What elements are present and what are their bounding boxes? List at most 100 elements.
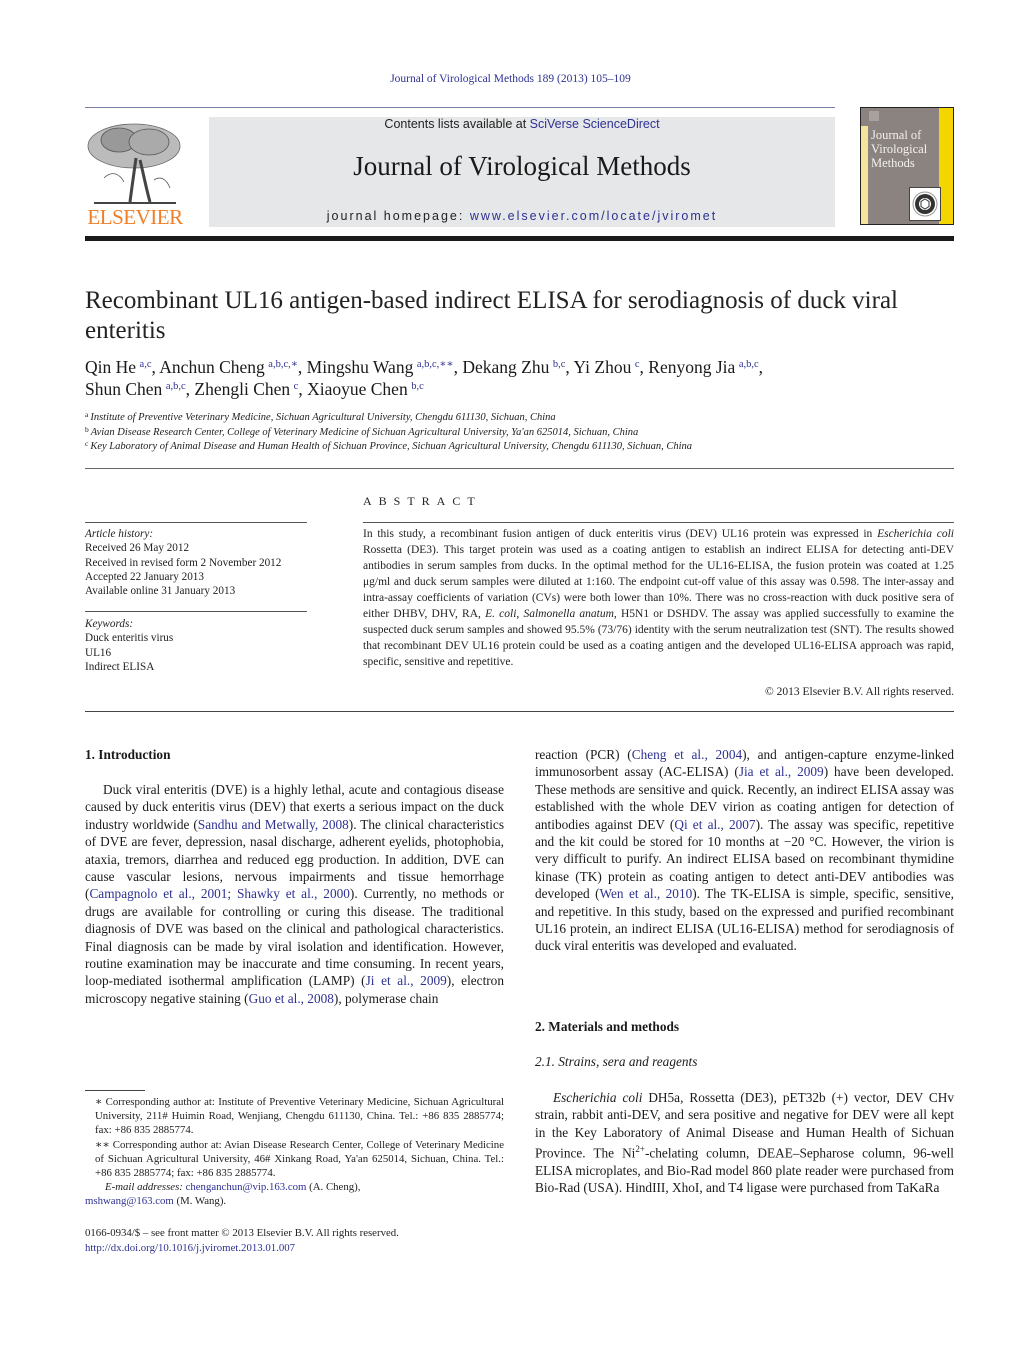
divider — [85, 711, 954, 712]
abstract-species: E. coli — [485, 608, 517, 620]
body-paragraph: Escherichia coli DH5a, Rossetta (DE3), p… — [535, 1089, 954, 1197]
author[interactable]: Renyong Jia a,b,c — [648, 357, 758, 377]
author[interactable]: Dekang Zhu b,c — [462, 357, 565, 377]
abstract-heading: ABSTRACT — [363, 494, 482, 508]
author-name[interactable]: Dekang Zhu — [462, 357, 549, 377]
elsevier-tree-icon — [87, 123, 181, 204]
author[interactable]: Shun Chen a,b,c — [85, 379, 186, 399]
footnote-emails: E-mail addresses: chenganchun@vip.163.co… — [85, 1180, 504, 1194]
abstract-copyright: © 2013 Elsevier B.V. All rights reserved… — [765, 686, 954, 698]
cover-virus-emblem-icon — [909, 187, 941, 221]
superscript: 2+ — [635, 1144, 645, 1155]
citation-link[interactable]: Cheng et al., 2004 — [632, 747, 742, 762]
email-link-wang[interactable]: mshwang@163.com — [85, 1195, 174, 1207]
footnote-divider — [85, 1090, 145, 1091]
author-separator: , — [639, 357, 649, 377]
affiliation-text: Institute of Preventive Veterinary Medic… — [90, 412, 556, 423]
body-paragraph: Duck viral enteritis (DVE) is a highly l… — [85, 781, 504, 1007]
article-history-label: Article history: — [85, 528, 154, 540]
author[interactable]: Yi Zhou c — [574, 357, 640, 377]
affiliation-item: b Avian Disease Research Center, College … — [85, 424, 945, 441]
author-affiliation-marker[interactable]: a,b,c — [166, 381, 186, 392]
text: reaction (PCR) ( — [535, 747, 632, 762]
email-owner: (A. Cheng), — [306, 1181, 361, 1194]
author-affiliation-marker[interactable]: a,b,c — [739, 359, 759, 370]
subsection-heading-strains: 2.1. Strains, sera and reagents — [535, 1054, 698, 1069]
article-history: Article history: Received 26 May 2012 Re… — [85, 527, 315, 598]
divider — [85, 522, 307, 523]
email-label: E-mail addresses: — [105, 1181, 183, 1194]
abstract-species: Escherichia coli — [877, 528, 954, 540]
header-divider — [85, 107, 835, 108]
author[interactable]: Qin He a,c — [85, 357, 152, 377]
abstract-segment: In this study, a recombinant fusion anti… — [363, 528, 878, 540]
keyword-item: UL16 — [85, 646, 112, 659]
author[interactable]: Xiaoyue Chen b,c — [307, 379, 424, 399]
footnote-emails-cont: mshwang@163.com (M. Wang). — [85, 1194, 504, 1208]
citation-link[interactable]: Campagnolo et al., 2001; Shawky et al., … — [89, 886, 349, 901]
author-name[interactable]: Zhengli Chen — [194, 379, 290, 399]
journal-title: Journal of Virological Methods — [353, 151, 691, 181]
author-affiliation-marker[interactable]: a,c — [140, 359, 152, 370]
body-paragraph: reaction (PCR) (Cheng et al., 2004), and… — [535, 746, 954, 955]
affiliation-key: b — [85, 424, 89, 434]
author-name[interactable]: Shun Chen — [85, 379, 162, 399]
affiliation-text: Key Laboratory of Animal Disease and Hum… — [90, 441, 692, 452]
journal-cover-thumbnail[interactable]: Journal of Virological Methods — [860, 107, 954, 225]
citation-link[interactable]: Wen et al., 2010 — [600, 886, 693, 901]
author[interactable]: Mingshu Wang a,b,c,∗∗ — [307, 357, 454, 377]
contents-prefix: Contents lists available at — [384, 117, 530, 131]
divider — [85, 468, 954, 469]
author[interactable]: Zhengli Chen c — [194, 379, 298, 399]
author-separator: , — [758, 357, 764, 377]
author-name[interactable]: Xiaoyue Chen — [307, 379, 408, 399]
cover-yellow-stripe — [939, 108, 953, 224]
body-column-left: Duck viral enteritis (DVE) is a highly l… — [85, 781, 504, 1007]
citation-link[interactable]: Qi et al., 2007 — [674, 817, 755, 832]
cover-left-stripe — [861, 126, 868, 224]
citation-link[interactable]: Sandhu and Metwally, 2008 — [198, 817, 349, 832]
author-list: Qin He a,c, Anchun Cheng a,b,c,∗, Mingsh… — [85, 356, 945, 400]
section-heading-materials-methods: 2. Materials and methods — [535, 1019, 680, 1034]
citation-link[interactable]: Jia et al., 2009 — [739, 764, 824, 779]
abstract-species: Salmonella anatum — [523, 608, 614, 620]
section-heading-introduction: 1. Introduction — [85, 747, 171, 762]
divider — [363, 522, 954, 523]
text: ), polymerase chain — [333, 990, 439, 1006]
front-matter-copyright: 0166-0934/$ – see front matter © 2013 El… — [85, 1227, 399, 1239]
author-name[interactable]: Yi Zhou — [574, 357, 632, 377]
author-name[interactable]: Renyong Jia — [648, 357, 735, 377]
citation-link[interactable]: Guo et al., 2008 — [249, 991, 334, 1006]
body-column-right-lower: Escherichia coli DH5a, Rossetta (DE3), p… — [535, 1089, 954, 1197]
history-online: Available online 31 January 2013 — [85, 585, 236, 598]
email-owner: (M. Wang). — [173, 1195, 227, 1208]
doi-link[interactable]: http://dx.doi.org/10.1016/j.jviromet.201… — [85, 1242, 295, 1254]
journal-homepage-line: journal homepage: www.elsevier.com/locat… — [209, 209, 835, 223]
cover-publisher-mark-icon — [869, 111, 879, 121]
author-affiliation-marker[interactable]: b,c — [411, 381, 424, 392]
history-accepted: Accepted 22 January 2013 — [85, 570, 204, 583]
author-affiliation-marker[interactable]: a,b,c,∗ — [268, 359, 298, 370]
sciencedirect-link[interactable]: SciVerse ScienceDirect — [530, 117, 660, 131]
keyword-item: Duck enteritis virus — [85, 632, 174, 645]
author-affiliation-marker[interactable]: a,b,c,∗∗ — [417, 359, 454, 370]
affiliation-item: c Key Laboratory of Animal Disease and Hu… — [85, 440, 945, 455]
footnote-corresponding-1: ∗ Corresponding author at: Institute of … — [95, 1096, 504, 1137]
author-name[interactable]: Qin He — [85, 357, 136, 377]
history-received: Received 26 May 2012 — [85, 542, 190, 555]
journal-reference-link[interactable]: Journal of Virological Methods 189 (2013… — [0, 73, 1021, 85]
author-affiliation-marker[interactable]: b,c — [553, 359, 566, 370]
cover-title: Journal of Virological Methods — [871, 128, 928, 170]
journal-homepage-link[interactable]: www.elsevier.com/locate/jviromet — [470, 209, 717, 223]
footnote-corresponding-2: ∗∗ Corresponding author at: Avian Diseas… — [95, 1138, 504, 1180]
body-column-right: reaction (PCR) (Cheng et al., 2004), and… — [535, 746, 954, 955]
affiliation-text: Avian Disease Research Center, College o… — [90, 426, 639, 438]
citation-link[interactable]: Ji et al., 2009 — [366, 973, 447, 988]
affiliation-key: c — [85, 439, 89, 448]
email-link-cheng[interactable]: chenganchun@vip.163.com — [186, 1181, 307, 1193]
history-revised: Received in revised form 2 November 2012 — [85, 556, 282, 569]
author[interactable]: Anchun Cheng a,b,c,∗ — [159, 357, 298, 377]
author-name[interactable]: Anchun Cheng — [159, 357, 264, 377]
author-separator: , — [565, 357, 574, 377]
author-name[interactable]: Mingshu Wang — [307, 357, 414, 377]
